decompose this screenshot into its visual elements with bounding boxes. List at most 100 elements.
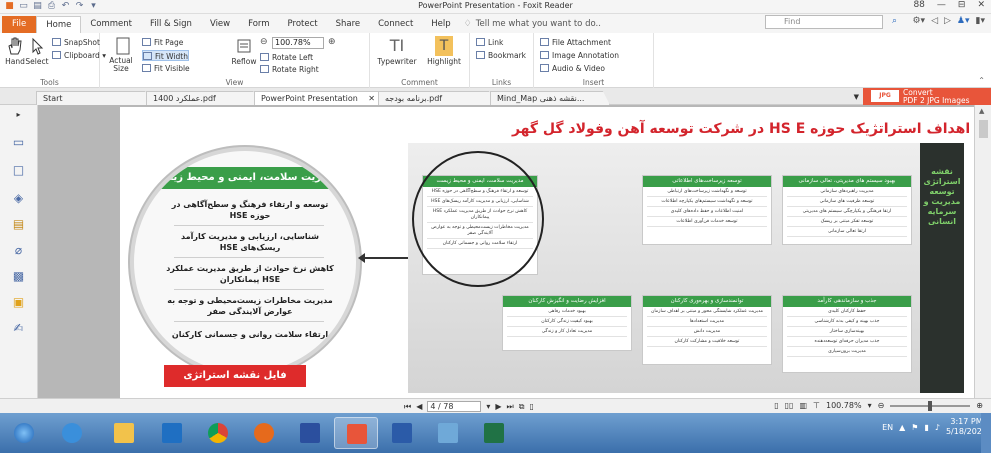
find-input[interactable]: Find [765, 15, 883, 29]
actual-size-button[interactable]: Actual Size [108, 36, 138, 73]
reflow-button[interactable]: Reflow [230, 36, 258, 66]
tell-me-box[interactable]: Tell me what you want to do.. [476, 16, 601, 33]
tab-view[interactable]: View [201, 16, 239, 33]
tab-share[interactable]: Share [327, 16, 370, 33]
strategy-map-file-button[interactable]: فایل نقشه استراتژی [164, 365, 306, 387]
facing-pages-icon[interactable]: ▯▯ [785, 401, 794, 410]
bookmarks-panel-icon[interactable]: ▭ [11, 135, 26, 150]
select-button[interactable]: Select [22, 36, 52, 66]
page-number-field[interactable]: 4 / 78 [427, 401, 482, 412]
doc-tab-powerpoint[interactable]: PowerPoint Presentation ✕ [254, 91, 386, 105]
flag-icon[interactable]: ⚑ [911, 423, 918, 432]
tab-comment[interactable]: Comment [81, 16, 141, 33]
link-button[interactable]: Link [476, 37, 503, 48]
doc-tab-mindmap[interactable]: Mind_Map نقشه ذهنی... [490, 91, 610, 105]
snapshot-button[interactable]: SnapShot [52, 37, 100, 48]
first-page-icon[interactable]: ⏮ [404, 402, 411, 412]
continuous-view-icon[interactable]: ▯ [529, 402, 533, 411]
bookmark-button[interactable]: Bookmark [476, 50, 526, 61]
image-annotation-button[interactable]: Image Annotation [540, 50, 619, 61]
thumbnails-panel-icon[interactable]: □ [11, 163, 26, 178]
taskbar-network[interactable] [426, 417, 470, 449]
fit-visible-button[interactable]: Fit Visible [142, 63, 190, 74]
taskbar-firefox[interactable] [242, 417, 286, 449]
security-panel-icon[interactable]: ▣ [11, 295, 26, 310]
language-indicator[interactable]: EN [882, 423, 893, 432]
prev-icon[interactable]: ◁ [931, 16, 938, 26]
tab-help[interactable]: Help [422, 16, 459, 33]
doc-tab-performance[interactable]: عملکرد 1400.pdf [146, 91, 260, 105]
zoom-in-icon[interactable]: ⊕ [976, 401, 983, 410]
rotate-right-button[interactable]: Rotate Right [260, 64, 319, 75]
close-tab-icon[interactable]: ✕ [368, 92, 375, 105]
zoom-slider[interactable] [890, 400, 971, 411]
vertical-scrollbar[interactable]: ▲ [974, 105, 991, 398]
prev-page-icon[interactable]: ◀ [416, 402, 422, 411]
show-desktop-button[interactable] [981, 413, 991, 453]
taskbar-explorer[interactable] [102, 417, 146, 449]
clipboard-button[interactable]: Clipboard ▾ [52, 50, 106, 61]
convert-pdf-button[interactable]: JPG Convert PDF 2 JPG Images [863, 88, 991, 105]
fit-width-button[interactable]: Fit Width [142, 50, 189, 61]
highlight-button[interactable]: T Highlight [422, 36, 466, 66]
zoom-out-icon[interactable]: ⊖ [878, 401, 885, 410]
expand-panel-icon[interactable]: ▸ [11, 107, 26, 122]
signatures-panel-icon[interactable]: ▩ [11, 269, 26, 284]
attachments-panel-icon[interactable]: ⌀ [11, 243, 26, 258]
fill-sign-panel-icon[interactable]: ✍ [11, 321, 26, 336]
taskbar-excel[interactable] [472, 417, 516, 449]
page-dropdown-icon[interactable]: ▾ [486, 402, 490, 411]
zoom-dropdown-icon[interactable]: ▾ [868, 401, 872, 410]
rotate-right-icon [260, 65, 269, 73]
scroll-thumb[interactable] [979, 120, 988, 138]
tab-form[interactable]: Form [239, 16, 278, 33]
tab-file[interactable]: File [2, 16, 37, 33]
doc-tab-start[interactable]: Start [36, 91, 152, 105]
typewriter-button[interactable]: TI Typewriter [372, 36, 422, 66]
zoom-field[interactable]: 100.78% [272, 37, 324, 49]
taskbar-chrome[interactable] [196, 417, 240, 449]
comments-panel-icon[interactable]: ▤ [11, 217, 26, 232]
collapse-ribbon-icon[interactable]: ⌃ [978, 76, 985, 85]
restore-button[interactable]: ⊟ [958, 0, 966, 10]
taskbar-media-player[interactable] [288, 417, 332, 449]
next-page-icon[interactable]: ▶ [495, 402, 501, 411]
fit-page-nav-icon[interactable]: ⧉ [519, 402, 525, 412]
taskbar-foxit[interactable] [334, 417, 378, 449]
rotate-left-button[interactable]: Rotate Left [260, 52, 313, 63]
single-page-icon[interactable]: ▯ [774, 401, 778, 410]
file-attachment-button[interactable]: File Attachment [540, 37, 611, 48]
start-button[interactable] [2, 417, 46, 449]
last-page-icon[interactable]: ⏭ [507, 402, 514, 412]
tab-protect[interactable]: Protect [279, 16, 327, 33]
close-button[interactable]: ✕ [977, 0, 985, 10]
account-icon[interactable]: ▮▾ [976, 16, 985, 26]
tab-connect[interactable]: Connect [369, 16, 422, 33]
search-options-icon[interactable]: ♟▾ [957, 16, 970, 26]
layers-panel-icon[interactable]: ◈ [11, 191, 26, 206]
volume-icon[interactable]: ♪ [935, 423, 940, 432]
page-navigation: ⏮ ◀ 4 / 78 ▾ ▶ ⏭ ⧉ ▯ [404, 401, 534, 412]
doc-tab-budget[interactable]: برنامه بودجه.pdf [378, 91, 496, 105]
tab-fill-sign[interactable]: Fill & Sign [141, 16, 201, 33]
taskbar-word[interactable] [380, 417, 424, 449]
show-hidden-icons-icon[interactable]: ▲ [899, 423, 905, 432]
zoom-in-icon[interactable]: ⊕ [328, 37, 336, 47]
ribbon-display-button[interactable]: 88 [913, 0, 924, 10]
split-view-icon[interactable]: ⊤ [813, 401, 820, 410]
audio-video-button[interactable]: Audio & Video [540, 63, 605, 74]
taskbar-ie[interactable] [50, 417, 94, 449]
next-icon[interactable]: ▷ [944, 16, 951, 26]
tab-home[interactable]: Home [36, 16, 82, 33]
continuous-facing-icon[interactable]: ▥ [799, 401, 807, 410]
minimize-button[interactable]: — [937, 0, 946, 10]
document-view[interactable]: – اهداف استراتژیک حوزه HS E در شرکت توسع… [38, 105, 974, 398]
settings-icon[interactable]: ⚙▾ [912, 16, 925, 26]
zoom-out-icon[interactable]: ⊖ [260, 37, 268, 47]
network-tray-icon[interactable]: ▮ [924, 423, 928, 432]
scroll-up-icon[interactable]: ▲ [979, 107, 984, 115]
search-icon[interactable]: ⌕ [892, 16, 897, 26]
tab-list-dropdown-icon[interactable]: ▼ [854, 93, 859, 101]
taskbar-outlook[interactable] [150, 417, 194, 449]
fit-page-button[interactable]: Fit Page [142, 37, 183, 48]
